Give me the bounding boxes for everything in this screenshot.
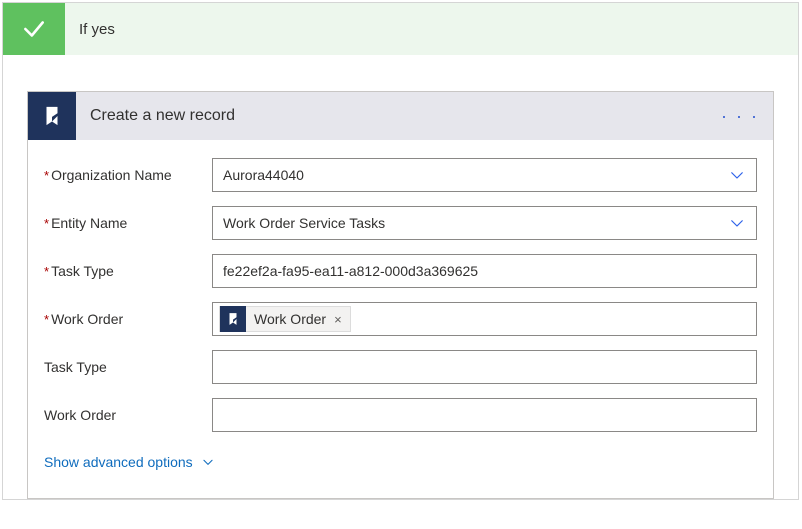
- required-mark: *: [44, 264, 49, 279]
- field-label: * Task Type: [44, 263, 212, 279]
- dynamics-icon: [28, 92, 76, 140]
- dynamic-content-token[interactable]: Work Order ×: [219, 306, 351, 332]
- field-label: Task Type: [44, 359, 212, 375]
- check-icon: [3, 3, 65, 55]
- condition-branch-container: If yes Create a new record · · · *: [2, 2, 799, 500]
- work-order-opt-input[interactable]: [212, 398, 757, 432]
- chevron-down-icon: [728, 214, 746, 232]
- chevron-down-icon: [201, 455, 215, 469]
- field-row-task-type-opt: Task Type: [44, 350, 757, 384]
- field-label: * Organization Name: [44, 167, 212, 183]
- card-title: Create a new record: [90, 107, 235, 125]
- label-text: Task Type: [51, 263, 114, 279]
- field-label: * Work Order: [44, 311, 212, 327]
- field-row-organization-name: * Organization Name Aurora44040: [44, 158, 757, 192]
- required-mark: *: [44, 216, 49, 231]
- field-row-work-order-opt: Work Order: [44, 398, 757, 432]
- dropdown-value: Work Order Service Tasks: [223, 215, 720, 231]
- label-text: Entity Name: [51, 215, 127, 231]
- label-text: Task Type: [44, 359, 107, 375]
- dynamics-icon: [220, 306, 246, 332]
- label-text: Work Order: [51, 311, 123, 327]
- task-type-input[interactable]: fe22ef2a-fa95-ea11-a812-000d3a369625: [212, 254, 757, 288]
- token-label: Work Order: [248, 311, 332, 327]
- condition-title: If yes: [79, 21, 115, 38]
- token-remove-button[interactable]: ×: [332, 312, 350, 327]
- dropdown-value: Aurora44040: [223, 167, 720, 183]
- advanced-label: Show advanced options: [44, 454, 193, 470]
- label-text: Work Order: [44, 407, 116, 423]
- required-mark: *: [44, 168, 49, 183]
- chevron-down-icon: [728, 166, 746, 184]
- field-row-task-type-req: * Task Type fe22ef2a-fa95-ea11-a812-000d…: [44, 254, 757, 288]
- organization-name-dropdown[interactable]: Aurora44040: [212, 158, 757, 192]
- show-advanced-options-button[interactable]: Show advanced options: [44, 454, 215, 470]
- task-type-opt-input[interactable]: [212, 350, 757, 384]
- input-value: fe22ef2a-fa95-ea11-a812-000d3a369625: [223, 263, 746, 279]
- field-row-entity-name: * Entity Name Work Order Service Tasks: [44, 206, 757, 240]
- entity-name-dropdown[interactable]: Work Order Service Tasks: [212, 206, 757, 240]
- condition-header[interactable]: If yes: [3, 3, 798, 55]
- required-mark: *: [44, 312, 49, 327]
- card-header[interactable]: Create a new record · · ·: [28, 92, 773, 140]
- field-label: * Entity Name: [44, 215, 212, 231]
- work-order-input[interactable]: Work Order ×: [212, 302, 757, 336]
- field-label: Work Order: [44, 407, 212, 423]
- more-options-button[interactable]: · · ·: [721, 92, 759, 140]
- label-text: Organization Name: [51, 167, 172, 183]
- card-area: Create a new record · · · * Organization…: [3, 55, 798, 499]
- card-body: * Organization Name Aurora44040: [28, 140, 773, 498]
- action-card: Create a new record · · · * Organization…: [27, 91, 774, 499]
- field-row-work-order-req: * Work Order: [44, 302, 757, 336]
